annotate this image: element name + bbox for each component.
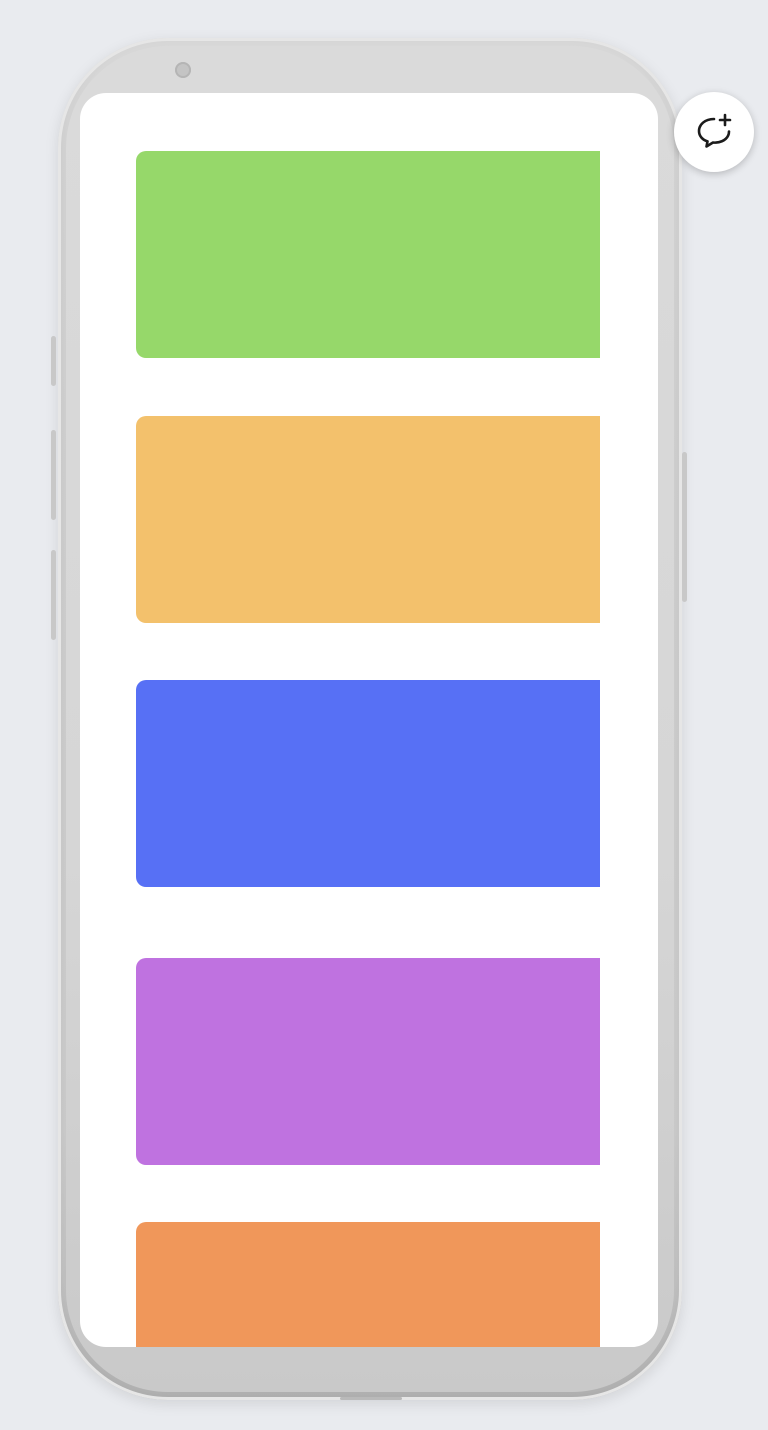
purple-card[interactable] [136,958,600,1165]
add-comment-icon [697,113,732,148]
green-card[interactable] [136,151,600,358]
phone-screen [80,93,658,1347]
side-button-left-middle [51,430,56,520]
side-button-right [682,452,687,602]
orange-card[interactable] [136,1222,600,1347]
yellow-card[interactable] [136,416,600,623]
blue-card[interactable] [136,680,600,887]
phone-speaker-slot [340,1397,402,1400]
side-button-left-top [51,336,56,386]
add-comment-button[interactable] [674,92,754,172]
page-background [0,0,768,1430]
side-button-left-bottom [51,550,56,640]
front-camera [175,62,191,78]
